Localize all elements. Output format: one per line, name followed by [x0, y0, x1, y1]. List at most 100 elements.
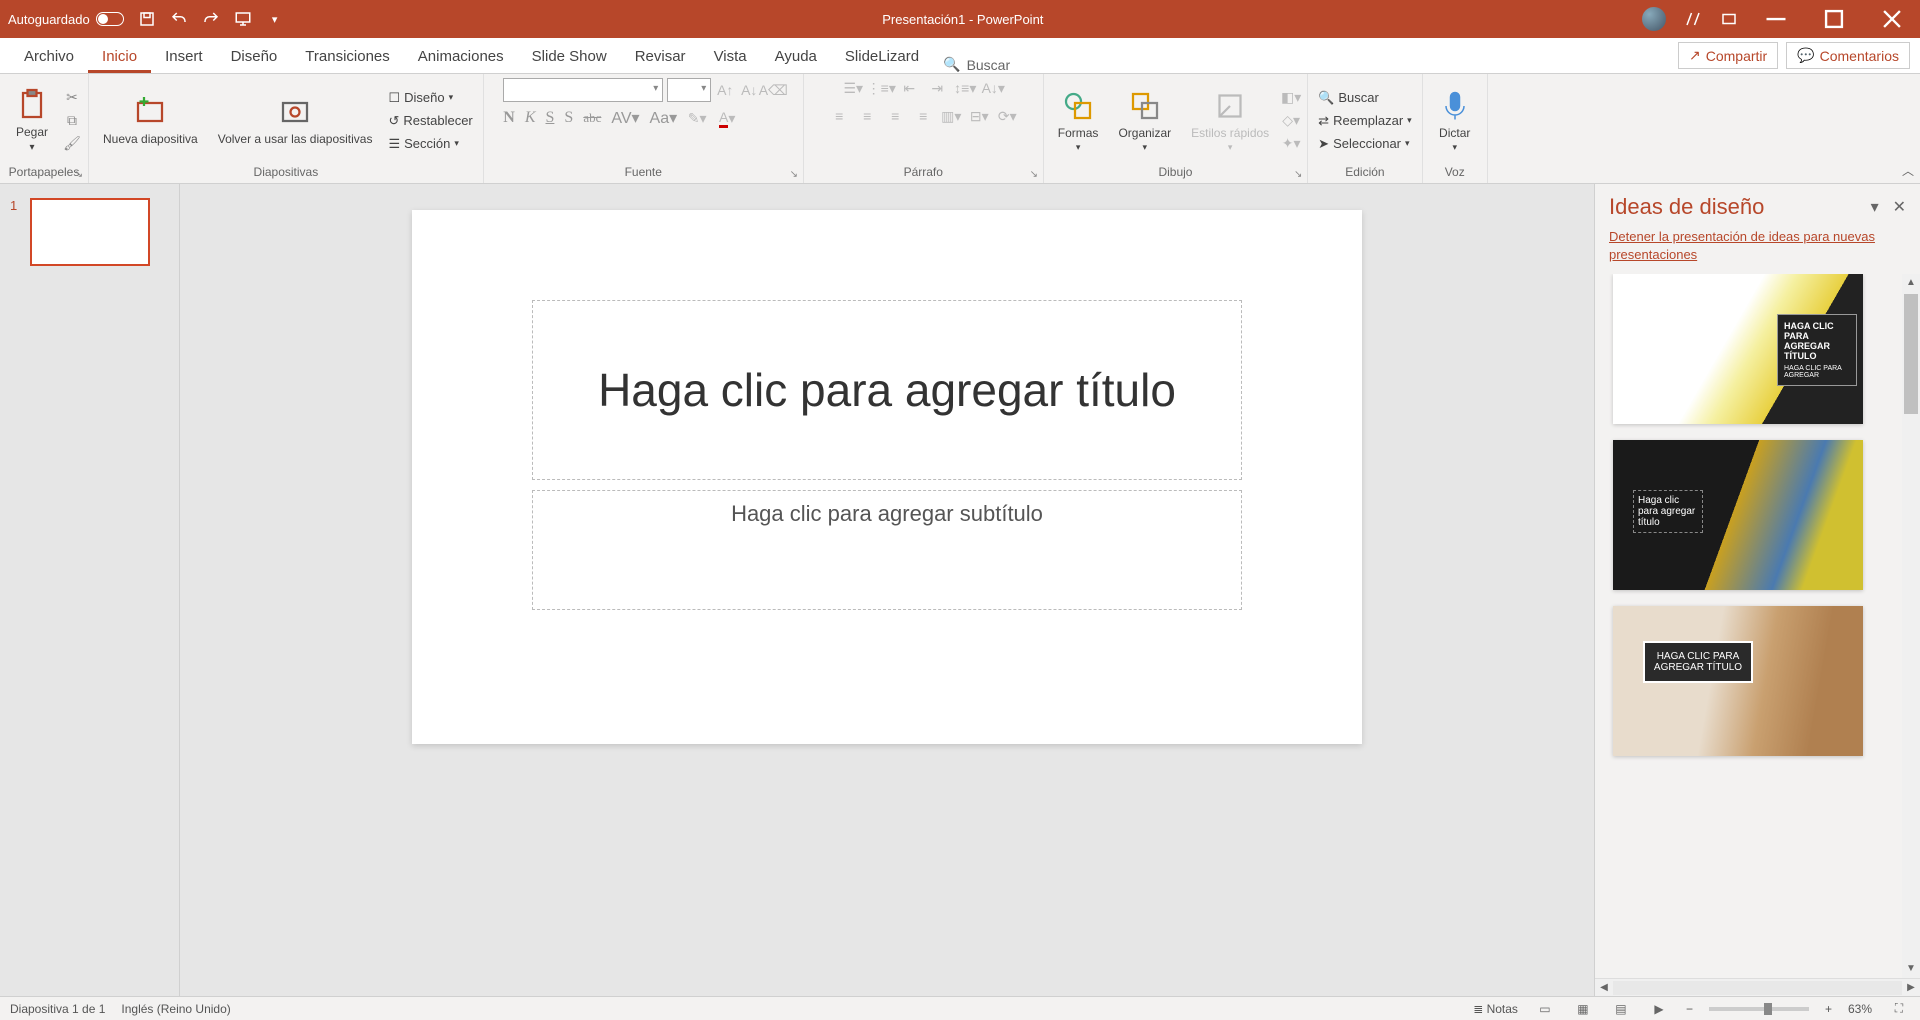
stop-suggestions-link[interactable]: Detener la presentación de ideas para nu… — [1595, 226, 1920, 274]
align-left-button[interactable]: ≡ — [829, 106, 849, 126]
sorter-view-icon[interactable]: ▦ — [1572, 1000, 1594, 1018]
close-pane-icon[interactable]: ✕ — [1893, 197, 1906, 217]
justify-button[interactable]: ≡ — [913, 106, 933, 126]
dialog-launcher-icon[interactable]: ↘ — [787, 167, 801, 181]
shape-effects-button[interactable]: ✦▾ — [1281, 134, 1301, 154]
slide-counter[interactable]: Diapositiva 1 de 1 — [10, 1002, 105, 1016]
dialog-launcher-icon[interactable]: ↘ — [1291, 167, 1305, 181]
undo-icon[interactable] — [170, 10, 188, 28]
normal-view-icon[interactable]: ▭ — [1534, 1000, 1556, 1018]
zoom-out-button[interactable]: − — [1686, 1002, 1693, 1016]
replace-button[interactable]: ⇄Reemplazar ▾ — [1314, 111, 1416, 131]
line-spacing-button[interactable]: ↕≡▾ — [955, 78, 975, 98]
tab-archivo[interactable]: Archivo — [10, 40, 88, 73]
font-family-combo[interactable]: ▾ — [503, 78, 663, 102]
autosave-toggle[interactable]: Autoguardado — [8, 12, 124, 27]
change-case-button[interactable]: Aa▾ — [650, 108, 678, 128]
zoom-slider[interactable] — [1709, 1007, 1809, 1011]
decrease-indent-button[interactable]: ⇤ — [899, 78, 919, 98]
user-avatar[interactable] — [1642, 7, 1666, 31]
tell-me-search[interactable]: 🔍 Buscar — [933, 56, 1020, 73]
tab-ayuda[interactable]: Ayuda — [761, 40, 831, 73]
redo-icon[interactable] — [202, 10, 220, 28]
scroll-right-icon[interactable]: ▶ — [1902, 982, 1920, 993]
pane-options-icon[interactable]: ▾ — [1871, 197, 1879, 217]
align-center-button[interactable]: ≡ — [857, 106, 877, 126]
tab-vista[interactable]: Vista — [700, 40, 761, 73]
language-indicator[interactable]: Inglés (Reino Unido) — [121, 1002, 230, 1016]
shape-fill-button[interactable]: ◧▾ — [1281, 88, 1301, 108]
arrange-button[interactable]: Organizar▾ — [1110, 84, 1179, 157]
section-button[interactable]: ☰Sección ▾ — [384, 134, 476, 154]
format-painter-icon[interactable]: 🖌 — [62, 134, 82, 154]
share-button[interactable]: ↗ Compartir — [1678, 42, 1778, 69]
tab-slidelizard[interactable]: SlideLizard — [831, 40, 933, 73]
tab-animaciones[interactable]: Animaciones — [404, 40, 518, 73]
numbering-button[interactable]: ⋮≡▾ — [871, 78, 891, 98]
tab-revisar[interactable]: Revisar — [621, 40, 700, 73]
bold-button[interactable]: N — [503, 109, 515, 127]
tab-slideshow[interactable]: Slide Show — [518, 40, 621, 73]
find-button[interactable]: 🔍Buscar — [1314, 88, 1416, 108]
decrease-font-icon[interactable]: A↓ — [739, 80, 759, 100]
clear-format-icon[interactable]: A⌫ — [763, 80, 783, 100]
title-placeholder[interactable]: Haga clic para agregar título — [532, 300, 1242, 480]
tab-insert[interactable]: Insert — [151, 40, 217, 73]
slideshow-start-icon[interactable] — [234, 10, 252, 28]
shapes-button[interactable]: Formas▾ — [1050, 84, 1107, 157]
maximize-button[interactable] — [1814, 0, 1854, 38]
underline-button[interactable]: S — [546, 109, 555, 127]
text-direction-button[interactable]: A↓▾ — [983, 78, 1003, 98]
reuse-slides-button[interactable]: Volver a usar las diapositivas — [210, 90, 381, 150]
char-spacing-button[interactable]: AV▾ — [611, 108, 639, 128]
strikethrough-button[interactable]: abc — [583, 110, 601, 126]
bullets-button[interactable]: ☰▾ — [843, 78, 863, 98]
slide-thumbnail-1[interactable]: 1 — [10, 198, 169, 266]
hscroll-track[interactable] — [1613, 981, 1902, 995]
scroll-left-icon[interactable]: ◀ — [1595, 982, 1613, 993]
save-icon[interactable] — [138, 10, 156, 28]
fit-window-icon[interactable]: ⛶ — [1888, 1000, 1910, 1018]
notes-button[interactable]: ≣ Notas — [1473, 1002, 1518, 1016]
highlight-color-button[interactable]: ✎▾ — [687, 108, 707, 128]
shadow-button[interactable]: S — [564, 109, 573, 127]
dialog-launcher-icon[interactable]: ↘ — [1027, 167, 1041, 181]
align-text-button[interactable]: ⊟▾ — [969, 106, 989, 126]
minimize-button[interactable] — [1756, 0, 1796, 38]
dictate-button[interactable]: Dictar▾ — [1429, 84, 1481, 157]
coming-soon-icon[interactable] — [1684, 10, 1702, 28]
tab-diseno[interactable]: Diseño — [217, 40, 292, 73]
design-idea-3[interactable]: HAGA CLIC PARA AGREGAR TÍTULO — [1613, 606, 1863, 756]
font-color-button[interactable]: A▾ — [717, 108, 737, 128]
reset-button[interactable]: ↺Restablecer — [384, 111, 476, 131]
increase-font-icon[interactable]: A↑ — [715, 80, 735, 100]
font-size-combo[interactable]: ▾ — [667, 78, 711, 102]
display-options-icon[interactable] — [1720, 10, 1738, 28]
italic-button[interactable]: K — [525, 109, 536, 127]
subtitle-placeholder[interactable]: Haga clic para agregar subtítulo — [532, 490, 1242, 610]
design-ideas-vscrollbar[interactable]: ▲ ▼ — [1902, 274, 1920, 978]
dialog-launcher-icon[interactable]: ↘ — [72, 167, 86, 181]
design-idea-2[interactable]: Haga clic para agregar título — [1613, 440, 1863, 590]
shape-outline-button[interactable]: ◇▾ — [1281, 111, 1301, 131]
scroll-up-icon[interactable]: ▲ — [1902, 274, 1920, 292]
columns-button[interactable]: ▥▾ — [941, 106, 961, 126]
tab-inicio[interactable]: Inicio — [88, 40, 151, 73]
collapse-ribbon-button[interactable]: ︿ — [1902, 162, 1914, 179]
design-ideas-hscrollbar[interactable]: ◀ ▶ — [1595, 978, 1920, 996]
design-idea-1[interactable]: HAGA CLIC PARA AGREGAR TÍTULO HAGA CLIC … — [1613, 274, 1863, 424]
layout-button[interactable]: ☐Diseño ▾ — [384, 88, 476, 108]
slide-canvas-area[interactable]: Haga clic para agregar título Haga clic … — [180, 184, 1594, 996]
align-right-button[interactable]: ≡ — [885, 106, 905, 126]
comments-button[interactable]: 💬 Comentarios — [1786, 42, 1910, 69]
copy-icon[interactable]: ⧉ — [62, 111, 82, 131]
design-ideas-list[interactable]: HAGA CLIC PARA AGREGAR TÍTULO HAGA CLIC … — [1595, 274, 1902, 978]
reading-view-icon[interactable]: ▤ — [1610, 1000, 1632, 1018]
new-slide-button[interactable]: Nueva diapositiva — [95, 90, 206, 150]
select-button[interactable]: ➤Seleccionar ▾ — [1314, 134, 1416, 154]
scroll-thumb[interactable] — [1904, 294, 1918, 414]
qat-customize-icon[interactable]: ▾ — [266, 10, 284, 28]
zoom-in-button[interactable]: + — [1825, 1002, 1832, 1016]
scroll-down-icon[interactable]: ▼ — [1902, 960, 1920, 978]
cut-icon[interactable]: ✂ — [62, 88, 82, 108]
